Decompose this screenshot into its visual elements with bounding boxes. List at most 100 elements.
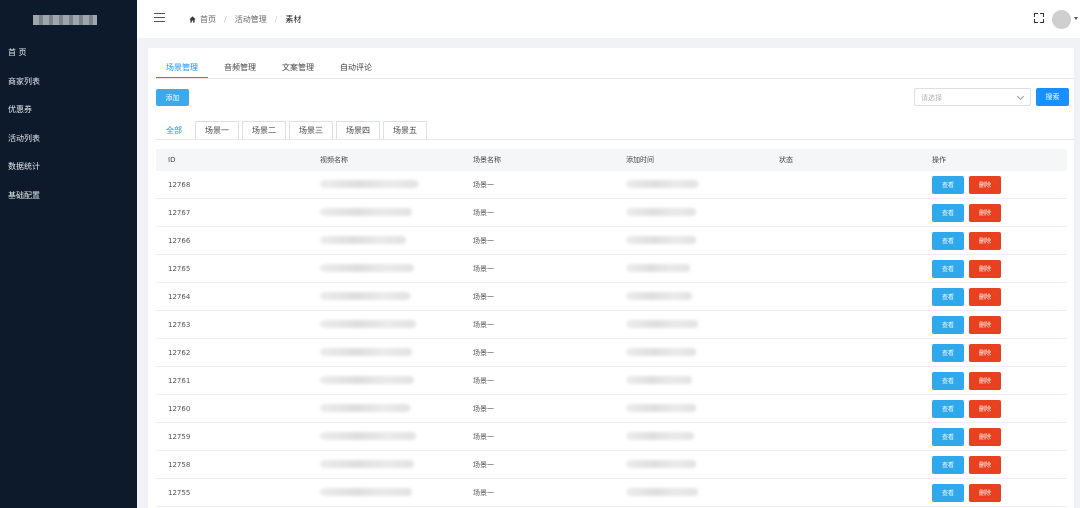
breadcrumb-home[interactable]: 首页: [200, 14, 216, 25]
table-row: 12758 场景一 查看 删除: [156, 451, 1067, 479]
row-id: 12763: [168, 320, 191, 329]
row-id: 12755: [168, 488, 191, 497]
row-scene-name: 场景一: [473, 292, 494, 301]
caret-down-icon[interactable]: [1074, 17, 1078, 20]
added-time-redacted: [626, 235, 696, 246]
row-scene-name: 场景一: [473, 348, 494, 357]
view-button[interactable]: 查看: [932, 343, 964, 362]
scene-tab-4[interactable]: 场景四: [336, 121, 380, 139]
scene-select[interactable]: 请选择: [914, 88, 1031, 106]
tab-scene-management[interactable]: 场景管理: [156, 62, 208, 79]
view-button[interactable]: 查看: [932, 483, 964, 502]
select-placeholder: 请选择: [921, 94, 942, 102]
video-name-redacted: [320, 403, 410, 414]
delete-button[interactable]: 删除: [969, 231, 1001, 250]
view-button[interactable]: 查看: [932, 399, 964, 418]
delete-button[interactable]: 删除: [969, 427, 1001, 446]
delete-button[interactable]: 删除: [969, 399, 1001, 418]
tab-copy-management[interactable]: 文案管理: [272, 62, 324, 79]
delete-button[interactable]: 删除: [969, 483, 1001, 502]
hamburger-icon[interactable]: [154, 13, 165, 23]
view-button[interactable]: 查看: [932, 315, 964, 334]
row-id: 12765: [168, 264, 191, 273]
scene-tab-2[interactable]: 场景二: [242, 121, 286, 139]
material-table: ID 视频名称 场景名称 添加时间 状态 操作 12768 场景一 查看 删除 1276…: [156, 149, 1067, 507]
delete-button[interactable]: 删除: [969, 259, 1001, 278]
scene-tab-1[interactable]: 场景一: [195, 121, 239, 139]
delete-button[interactable]: 删除: [969, 203, 1001, 222]
column-header-video-name: 视频名称: [320, 156, 348, 164]
row-actions: 查看 删除: [932, 371, 1001, 390]
delete-button[interactable]: 删除: [969, 371, 1001, 390]
add-button[interactable]: 添加: [156, 89, 189, 106]
column-header-status: 状态: [779, 156, 793, 164]
material-tabs: 场景管理 音频管理 文案管理 自动评论: [156, 62, 388, 79]
row-scene-name: 场景一: [473, 320, 494, 329]
scene-tab-3[interactable]: 场景三: [289, 121, 333, 139]
added-time-redacted: [626, 179, 698, 190]
row-actions: 查看 删除: [932, 203, 1001, 222]
table-row: 12767 场景一 查看 删除: [156, 199, 1067, 227]
sidebar-item-activities[interactable]: 活动列表: [8, 133, 40, 144]
row-actions: 查看 删除: [932, 175, 1001, 194]
fullscreen-icon[interactable]: [1034, 13, 1044, 23]
scene-tab-5[interactable]: 场景五: [383, 121, 427, 139]
view-button[interactable]: 查看: [932, 203, 964, 222]
sidebar-item-home[interactable]: 首 页: [8, 47, 27, 58]
delete-button[interactable]: 删除: [969, 455, 1001, 474]
tab-auto-comment[interactable]: 自动评论: [330, 62, 382, 79]
view-button[interactable]: 查看: [932, 231, 964, 250]
delete-button[interactable]: 删除: [969, 343, 1001, 362]
view-button[interactable]: 查看: [932, 259, 964, 278]
breadcrumb-activity-management[interactable]: 活动管理: [235, 14, 267, 25]
row-id: 12767: [168, 208, 191, 217]
table-body: 12768 场景一 查看 删除 12767 场景一 查看 删除 12766 场景一 查看 删除 1276…: [156, 171, 1067, 507]
scene-tab-all[interactable]: 全部: [156, 121, 192, 139]
breadcrumb: 首页 / 活动管理 / 素材: [189, 14, 301, 25]
view-button[interactable]: 查看: [932, 371, 964, 390]
row-id: 12761: [168, 376, 191, 385]
sidebar-item-coupons[interactable]: 优惠券: [8, 104, 32, 115]
column-header-scene-name: 场景名称: [473, 156, 501, 164]
row-scene-name: 场景一: [473, 376, 494, 385]
row-actions: 查看 删除: [932, 259, 1001, 278]
added-time-redacted: [626, 347, 696, 358]
sidebar: 首 页 商家列表 优惠券 活动列表 数据统计 基础配置: [0, 0, 137, 508]
video-name-redacted: [320, 375, 414, 386]
view-button[interactable]: 查看: [932, 455, 964, 474]
row-scene-name: 场景一: [473, 404, 494, 413]
row-actions: 查看 删除: [932, 287, 1001, 306]
table-row: 12764 场景一 查看 删除: [156, 283, 1067, 311]
sidebar-item-statistics[interactable]: 数据统计: [8, 161, 40, 172]
tab-audio-management[interactable]: 音频管理: [214, 62, 266, 79]
added-time-redacted: [626, 263, 690, 274]
delete-button[interactable]: 删除: [969, 315, 1001, 334]
search-button[interactable]: 搜索: [1036, 88, 1069, 106]
row-scene-name: 场景一: [473, 488, 494, 497]
column-header-id: ID: [168, 156, 176, 164]
avatar[interactable]: [1052, 10, 1071, 29]
added-time-redacted: [626, 375, 692, 386]
row-scene-name: 场景一: [473, 208, 494, 217]
delete-button[interactable]: 删除: [969, 287, 1001, 306]
view-button[interactable]: 查看: [932, 175, 964, 194]
breadcrumb-separator: /: [274, 15, 278, 24]
row-actions: 查看 删除: [932, 483, 1001, 502]
sidebar-item-settings[interactable]: 基础配置: [8, 190, 40, 201]
delete-button[interactable]: 删除: [969, 175, 1001, 194]
video-name-redacted: [320, 459, 414, 470]
video-name-redacted: [320, 431, 416, 442]
view-button[interactable]: 查看: [932, 287, 964, 306]
sidebar-item-merchants[interactable]: 商家列表: [8, 76, 40, 87]
divider: [156, 78, 1074, 79]
row-actions: 查看 删除: [932, 455, 1001, 474]
view-button[interactable]: 查看: [932, 427, 964, 446]
chevron-down-icon: [1016, 92, 1025, 101]
added-time-redacted: [626, 431, 694, 442]
column-header-actions: 操作: [932, 156, 946, 164]
row-id: 12762: [168, 348, 191, 357]
scene-tabs: 全部 场景一 场景二 场景三 场景四 场景五: [156, 121, 430, 139]
row-scene-name: 场景一: [473, 460, 494, 469]
row-scene-name: 场景一: [473, 180, 494, 189]
video-name-redacted: [320, 347, 412, 358]
